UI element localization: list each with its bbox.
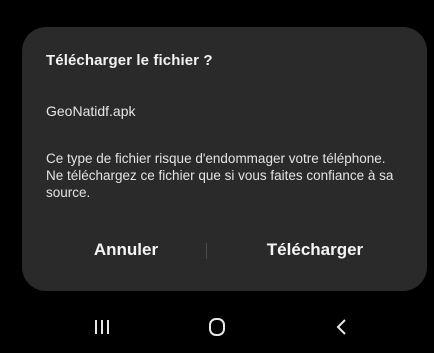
cancel-button[interactable]: Annuler [42, 230, 210, 270]
download-button[interactable]: Télécharger [222, 230, 408, 270]
home-icon [209, 317, 225, 336]
recents-icon [95, 319, 109, 334]
back-button[interactable] [312, 300, 372, 353]
recents-button[interactable] [72, 300, 132, 353]
file-name: GeoNatidf.apk [46, 103, 136, 119]
download-dialog: Télécharger le fichier ? GeoNatidf.apk C… [22, 27, 427, 291]
home-button[interactable] [187, 300, 247, 353]
warning-message: Ce type de fichier risque d'endommager v… [46, 151, 394, 200]
button-divider [206, 243, 207, 259]
dialog-button-row: Annuler Télécharger [22, 230, 427, 270]
screen: Télécharger le fichier ? GeoNatidf.apk C… [0, 0, 434, 353]
dialog-title: Télécharger le fichier ? [46, 52, 213, 69]
status-bar-area [0, 0, 434, 24]
back-icon [336, 318, 346, 335]
navigation-bar [0, 300, 434, 353]
